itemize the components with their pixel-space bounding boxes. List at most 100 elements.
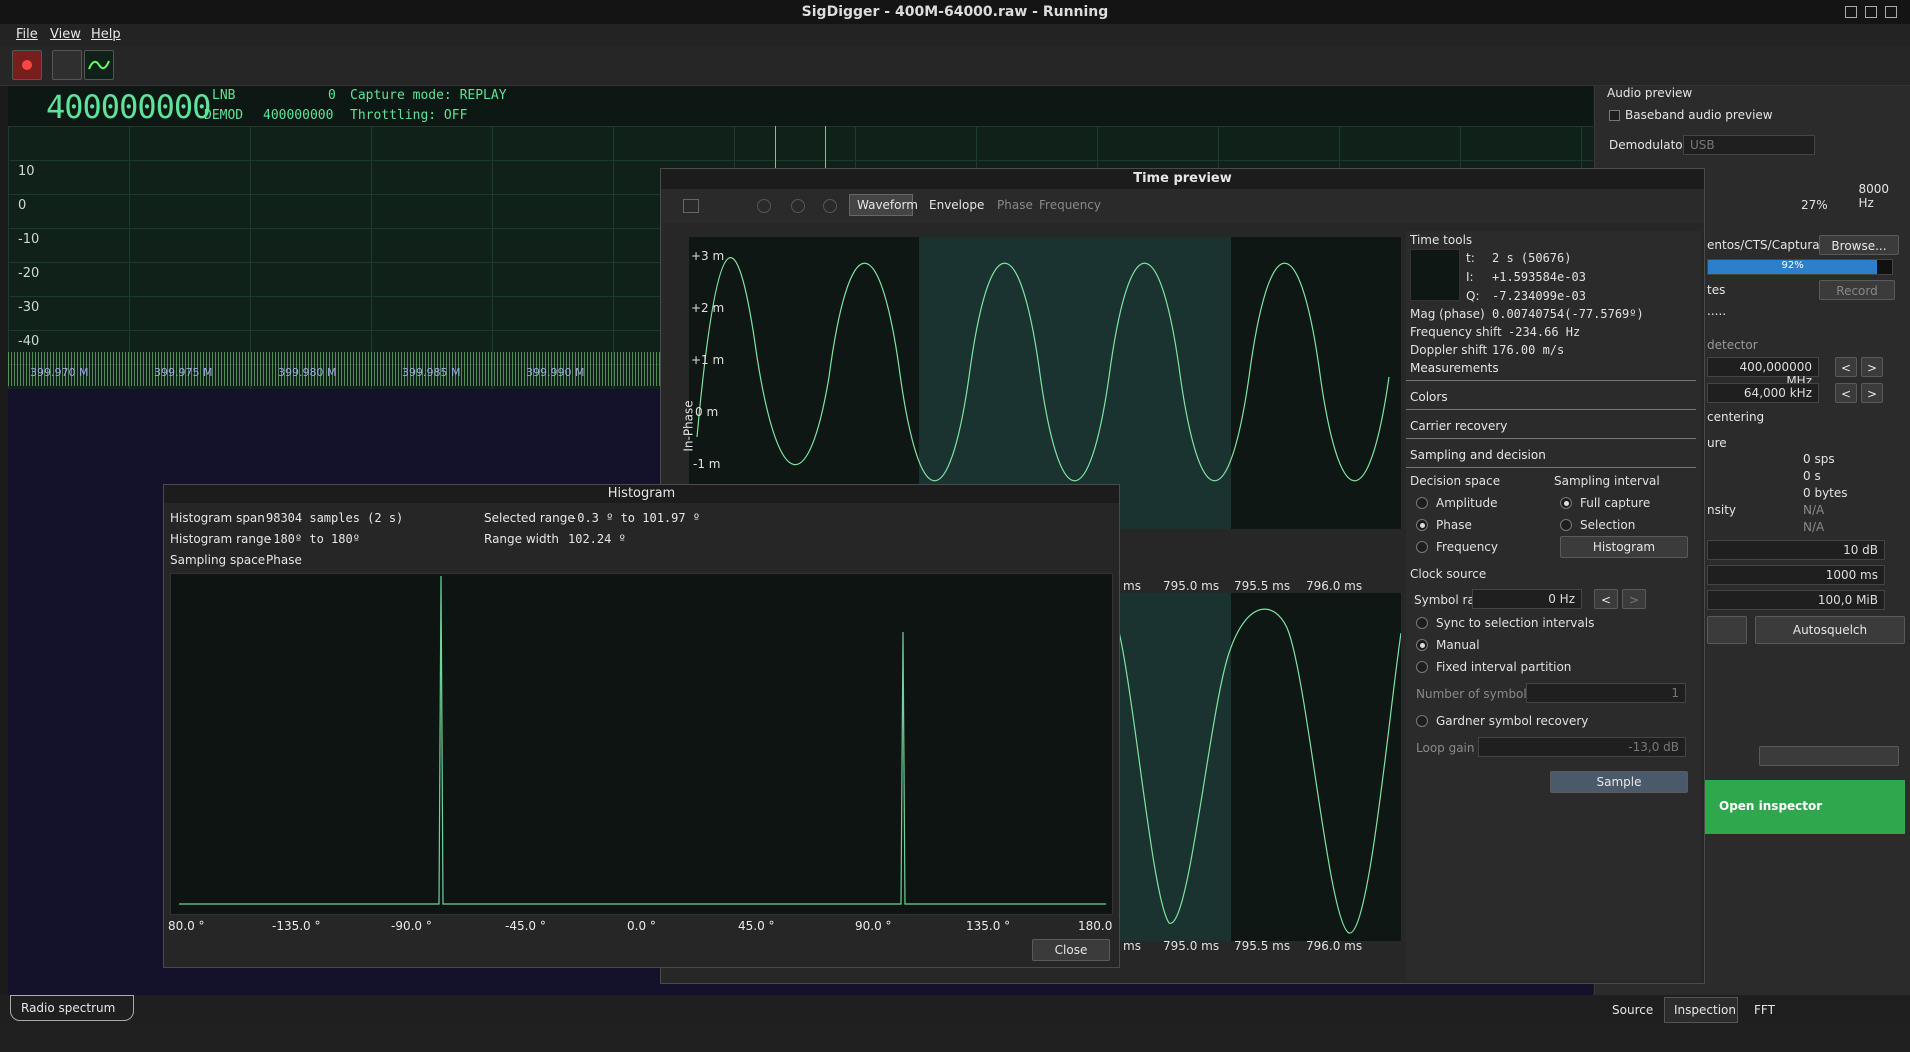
- amplitude-radio[interactable]: [1416, 497, 1428, 509]
- mag-label: Mag (phase): [1410, 307, 1485, 321]
- tab-phase[interactable]: Phase: [997, 198, 1033, 212]
- sel-value: -0.3 º to 101.97 º: [570, 511, 701, 525]
- ure-label: ure: [1707, 436, 1727, 450]
- space-value: Phase: [266, 553, 302, 567]
- symbol-rate-field[interactable]: 0 Hz: [1472, 589, 1582, 609]
- section-carrier[interactable]: Carrier recovery: [1406, 415, 1696, 439]
- bw-prev-button[interactable]: <: [1835, 383, 1857, 403]
- menu-view[interactable]: View: [50, 27, 81, 42]
- lnb-label: LNB: [212, 88, 236, 103]
- menu-bar: File View Help: [0, 24, 1910, 46]
- zoom-fit-icon[interactable]: [683, 199, 699, 213]
- close-button[interactable]: Close: [1032, 939, 1110, 961]
- tab-radio-spectrum[interactable]: Radio spectrum: [10, 995, 134, 1021]
- frequency-radio[interactable]: [1416, 541, 1428, 553]
- zoom-out-icon[interactable]: [791, 199, 805, 213]
- hist-xtick: 90.0 °: [855, 919, 892, 933]
- close-icon[interactable]: [1885, 6, 1897, 18]
- loop-gain-field[interactable]: -13,0 dB: [1478, 737, 1686, 757]
- time-preview-icon[interactable]: [84, 50, 114, 80]
- maximize-icon[interactable]: [1865, 6, 1877, 18]
- mag-value: 0.00740754(-77.5769º): [1492, 307, 1644, 321]
- tab-fft[interactable]: FFT: [1754, 1003, 1775, 1017]
- loop-gain-label: Loop gain: [1416, 741, 1475, 755]
- doppler-value: 176.00 m/s: [1492, 343, 1565, 357]
- histogram-plot[interactable]: [170, 573, 1113, 915]
- freq-label: 399.985 M: [402, 366, 461, 379]
- baseband-checkbox[interactable]: [1609, 110, 1620, 121]
- menu-file[interactable]: File: [16, 27, 38, 42]
- sync-radio[interactable]: [1416, 617, 1428, 629]
- settings-icon[interactable]: [757, 199, 771, 213]
- volume-value: 27%: [1801, 198, 1828, 212]
- lcd-frequency[interactable]: 400000000: [46, 88, 211, 126]
- demodulator-select[interactable]: USB: [1683, 135, 1815, 155]
- xtick: 795.0 ms: [1163, 579, 1220, 593]
- phase-radio[interactable]: [1416, 519, 1428, 531]
- width-value: 102.24 º: [568, 532, 626, 546]
- spectrum-ytick: 0: [18, 198, 27, 213]
- ytick: +1 m: [691, 353, 725, 367]
- section-colors[interactable]: Colors: [1406, 386, 1696, 410]
- fshift-label: Frequency shift: [1410, 325, 1502, 339]
- manual-radio[interactable]: [1416, 639, 1428, 651]
- demodulator-label: Demodulator: [1609, 138, 1688, 152]
- dots: .....: [1707, 304, 1727, 318]
- sample-button[interactable]: Sample: [1550, 771, 1688, 793]
- xtick: 796.0 ms: [1306, 579, 1363, 593]
- panoramic-icon[interactable]: [52, 50, 82, 80]
- histogram-button[interactable]: Histogram: [1560, 536, 1688, 558]
- freq-next-button[interactable]: >: [1861, 357, 1883, 377]
- secs-value: 0 s: [1803, 469, 1821, 483]
- histogram-title: Histogram: [164, 485, 1119, 503]
- ms-field[interactable]: 1000 ms: [1707, 565, 1885, 585]
- tes-label: tes: [1707, 283, 1726, 297]
- freq-prev-button[interactable]: <: [1835, 357, 1857, 377]
- hist-xtick: -45.0 °: [505, 919, 546, 933]
- db-field[interactable]: 10 dB: [1707, 540, 1885, 560]
- fixed-radio[interactable]: [1416, 661, 1428, 673]
- demod-value[interactable]: 400000000: [263, 108, 333, 123]
- autosquelch-button[interactable]: Autosquelch: [1755, 616, 1905, 644]
- zoom-in-icon[interactable]: [823, 199, 837, 213]
- tab-envelope[interactable]: Envelope: [929, 198, 984, 212]
- histogram-window: Histogram Histogram span 98304 samples (…: [163, 484, 1120, 968]
- open-inspector-button[interactable]: Open inspector: [1705, 780, 1905, 834]
- freq-label: 399.970 M: [30, 366, 89, 379]
- section-sampling[interactable]: Sampling and decision: [1406, 444, 1696, 468]
- inspector-select[interactable]: [1759, 746, 1899, 766]
- symrate-next-button[interactable]: >: [1622, 589, 1646, 609]
- gardner-radio[interactable]: [1416, 715, 1428, 727]
- width-label: Range width: [484, 532, 559, 546]
- section-measurements[interactable]: Measurements: [1406, 357, 1696, 381]
- record-file-button[interactable]: Record: [1819, 280, 1895, 300]
- nsym-field[interactable]: 1: [1526, 683, 1686, 703]
- range-value: -180º to 180º: [266, 532, 360, 546]
- record-button[interactable]: [12, 50, 42, 80]
- frequency-field[interactable]: 400,000000 MHz: [1707, 357, 1819, 388]
- bw-next-button[interactable]: >: [1861, 383, 1883, 403]
- full-capture-radio[interactable]: [1560, 497, 1572, 509]
- selection-radio[interactable]: [1560, 519, 1572, 531]
- tab-inspection[interactable]: Inspection: [1674, 1003, 1736, 1017]
- nsym-label: Number of symbols: [1416, 687, 1533, 701]
- menu-help[interactable]: Help: [91, 27, 121, 42]
- mib-field[interactable]: 100,0 MiB: [1707, 590, 1885, 610]
- progress-bar: 92%: [1707, 259, 1893, 275]
- hist-xtick: 0.0 °: [627, 919, 656, 933]
- selection-label: Selection: [1580, 518, 1636, 532]
- browse-button[interactable]: Browse...: [1819, 235, 1899, 255]
- sps-value: 0 sps: [1803, 452, 1835, 466]
- lnb-value[interactable]: 0: [328, 88, 336, 103]
- histogram-trace: [179, 575, 1106, 905]
- minimize-icon[interactable]: [1845, 6, 1857, 18]
- freq-label: 399.990 M: [526, 366, 585, 379]
- tab-waveform[interactable]: Waveform: [857, 198, 918, 212]
- tab-frequency[interactable]: Frequency: [1039, 198, 1101, 212]
- tab-source[interactable]: Source: [1612, 1003, 1653, 1017]
- bandwidth-field[interactable]: 64,000 kHz: [1707, 383, 1819, 403]
- symrate-prev-button[interactable]: <: [1594, 589, 1618, 609]
- path-label: entos/CTS/Capturas: [1707, 238, 1826, 252]
- squelch-button[interactable]: [1707, 616, 1747, 644]
- ytick: -1 m: [693, 457, 721, 471]
